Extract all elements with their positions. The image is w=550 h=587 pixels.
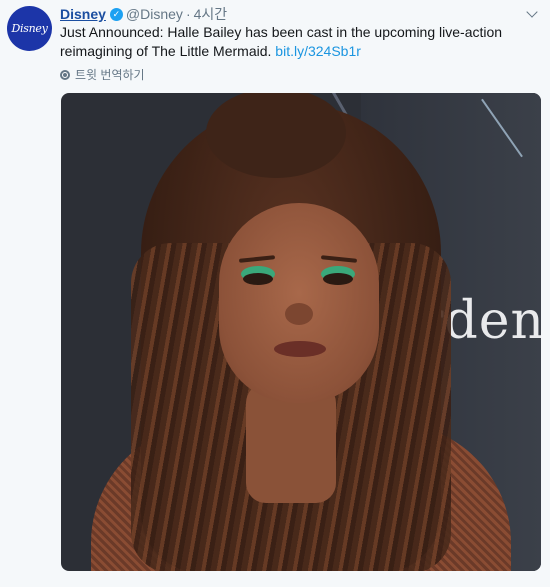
- photo-eye: [323, 273, 353, 285]
- tweet-text: Just Announced: Halle Bailey has been ca…: [60, 23, 520, 61]
- avatar[interactable]: Disney: [7, 6, 52, 51]
- photo-nose: [285, 303, 313, 325]
- photo-brow: [320, 255, 358, 263]
- display-name[interactable]: Disney: [60, 6, 106, 22]
- translate-label: 트윗 번역하기: [75, 68, 145, 82]
- chevron-down-icon[interactable]: [526, 6, 538, 18]
- tweet-link[interactable]: bit.ly/324Sb1r: [275, 43, 361, 59]
- separator: ·: [185, 6, 191, 22]
- timestamp[interactable]: 4시간: [194, 4, 228, 24]
- globe-icon: [60, 69, 70, 80]
- avatar-logo: Disney: [11, 22, 48, 35]
- user-handle[interactable]: @Disney: [126, 6, 183, 22]
- tweet-photo[interactable]: Arden: [61, 93, 541, 571]
- verified-badge-icon: ✓: [109, 7, 123, 21]
- photo-lips: [274, 341, 326, 357]
- photo-brow: [238, 255, 276, 263]
- tweet-header: Disney ✓ @Disney · 4시간: [60, 4, 227, 24]
- tweet[interactable]: Disney Disney ✓ @Disney · 4시간 Just Annou…: [0, 0, 550, 587]
- photo-eye: [243, 273, 273, 285]
- photo-face: [219, 203, 379, 403]
- translate-tweet-button[interactable]: 트윗 번역하기: [60, 66, 145, 83]
